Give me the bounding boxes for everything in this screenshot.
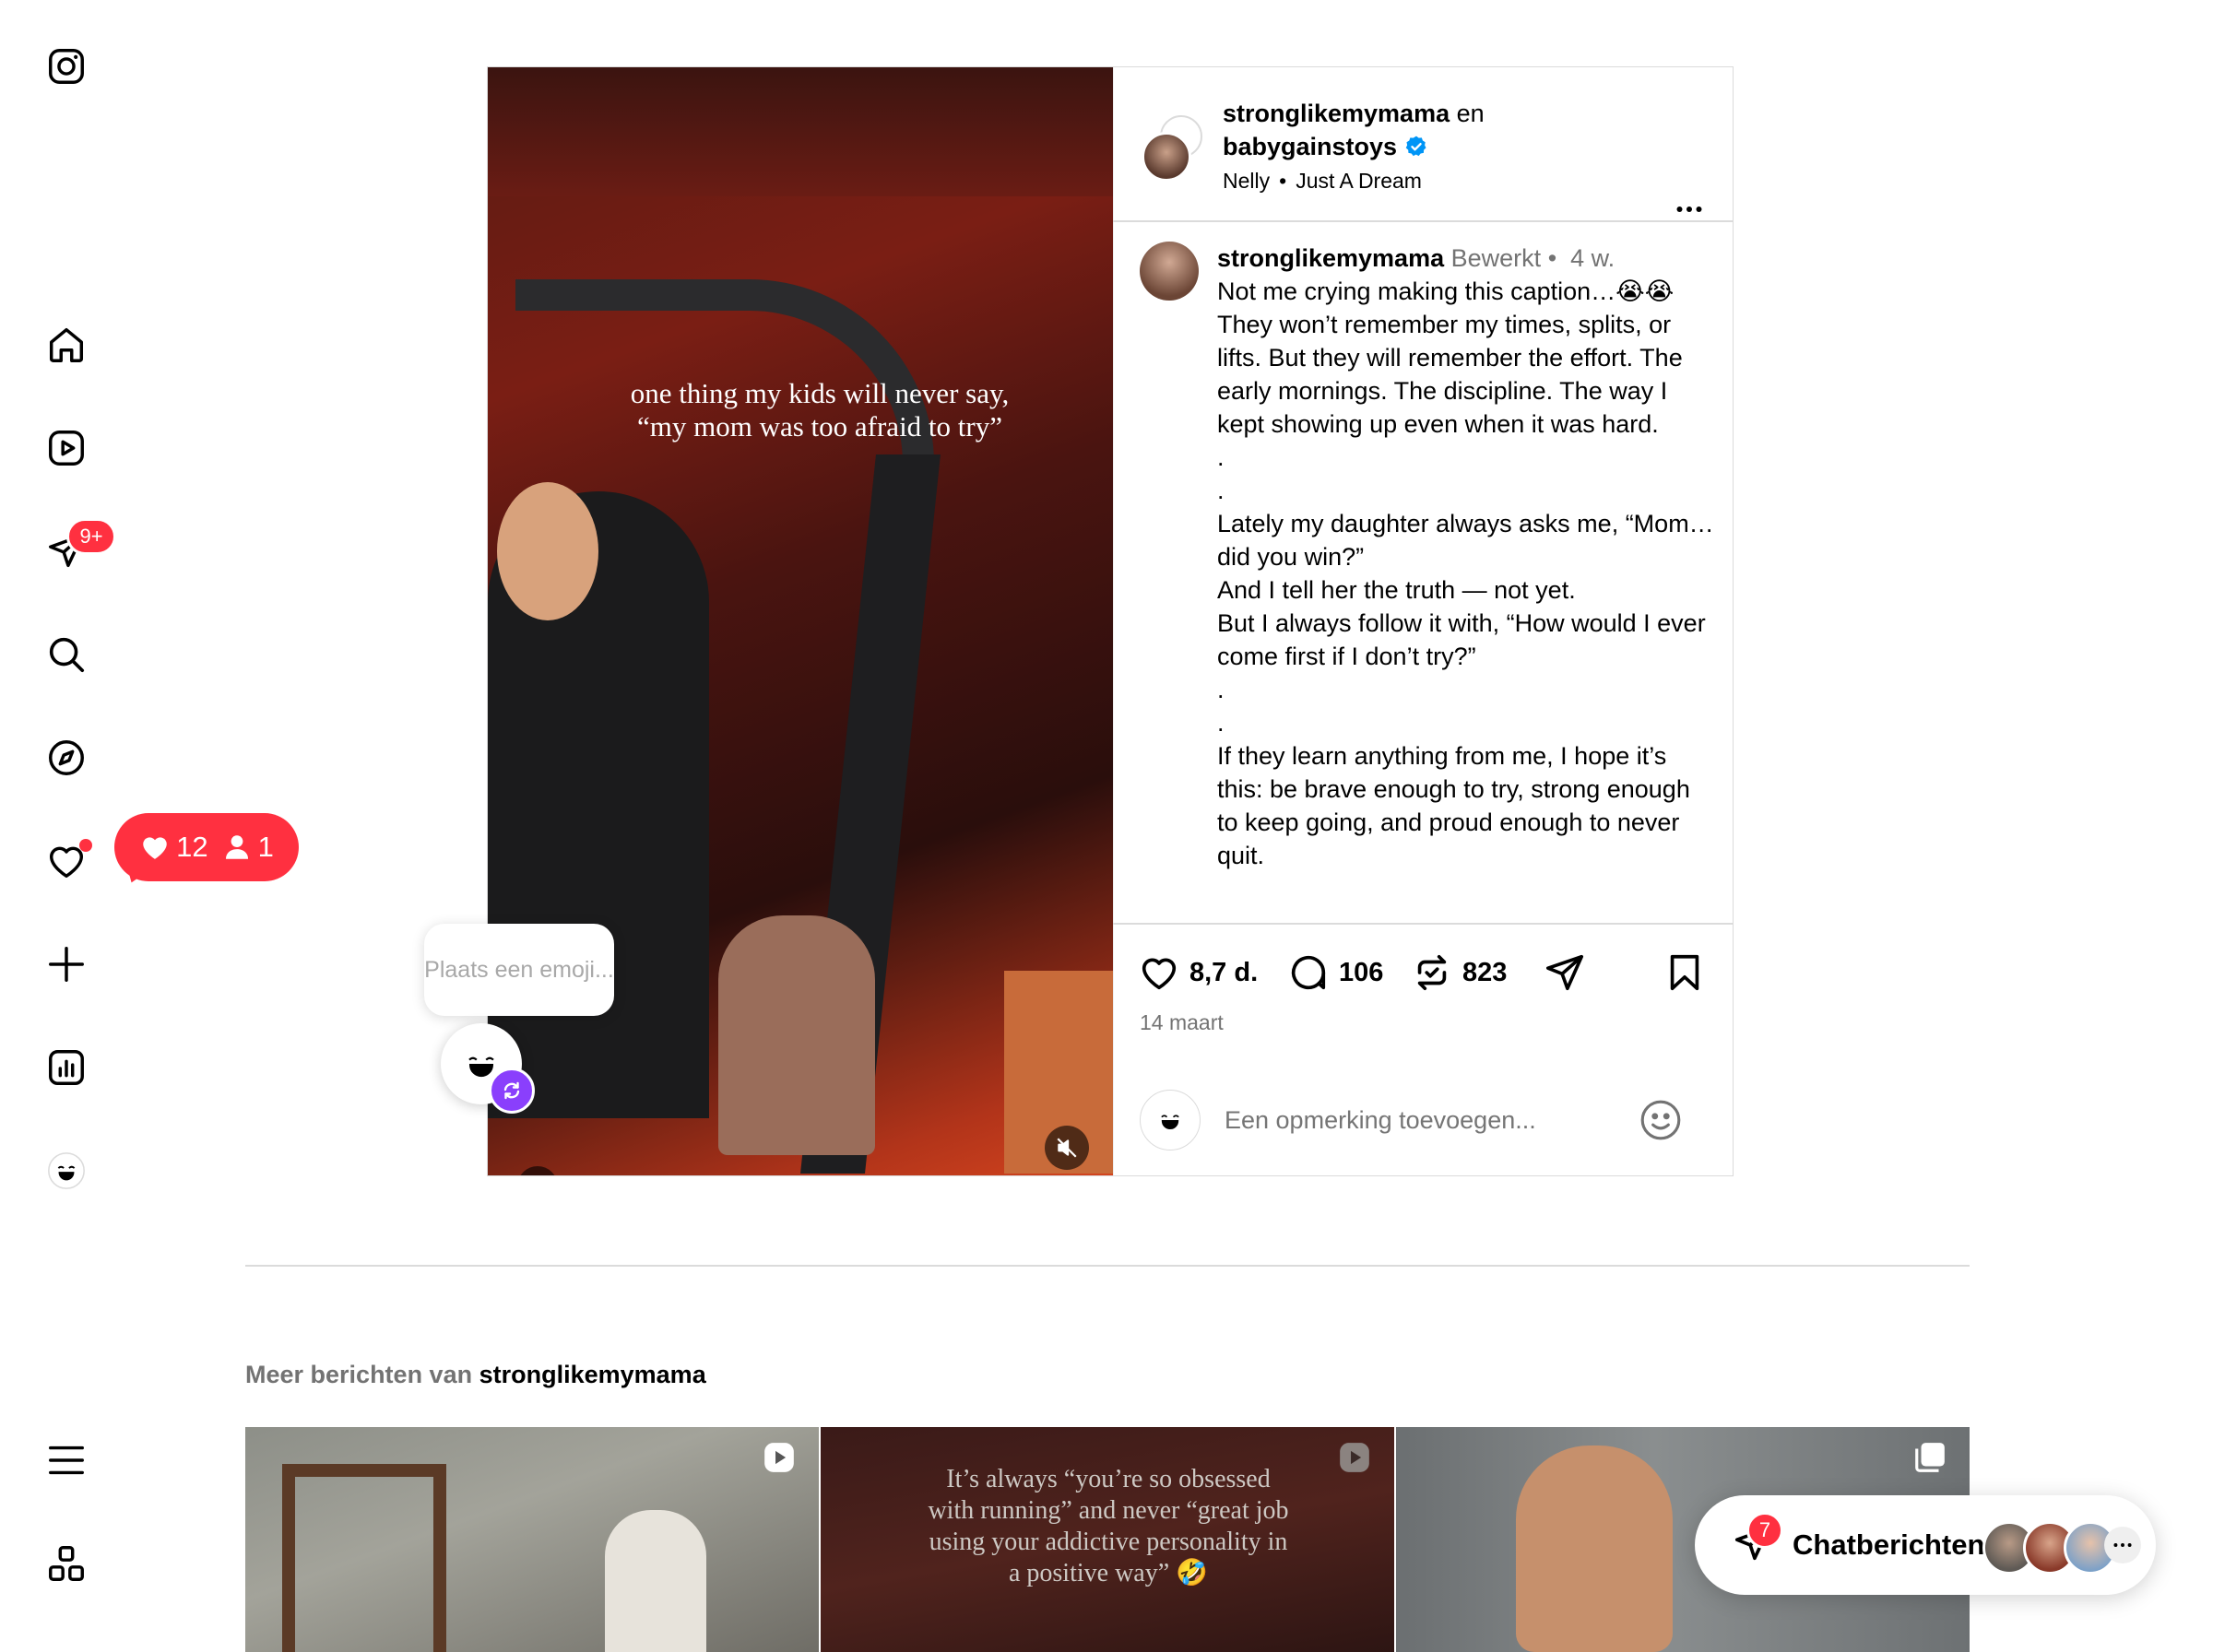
profile-avatar-icon[interactable] [42, 1147, 90, 1195]
more-posts-prefix: Meer berichten van [245, 1361, 473, 1388]
repost-icon [1417, 954, 1447, 991]
more-posts-username[interactable]: stronglikemymama [479, 1361, 706, 1388]
explore-icon[interactable] [42, 734, 90, 782]
background-person [718, 915, 875, 1155]
audio-separator: • [1279, 169, 1287, 193]
chat-more-button[interactable] [2104, 1527, 2141, 1564]
smiley-icon [1640, 1100, 1681, 1140]
instagram-logo-icon[interactable] [42, 42, 90, 90]
more-posts-heading: Meer berichten van stronglikemymama [245, 1361, 706, 1389]
reel-play-icon [1340, 1443, 1369, 1472]
collaborator-row: babygainstoys [1223, 130, 1428, 163]
messages-badge: 9+ [66, 518, 116, 555]
emoji-tooltip[interactable]: Plaats een emoji... [424, 924, 614, 1016]
repost-action[interactable]: 823 [1411, 951, 1507, 994]
swap-arrows-icon [503, 1081, 520, 1100]
emoji-picker-button[interactable] [1638, 1097, 1684, 1143]
emoji-swap-badge[interactable] [489, 1068, 535, 1114]
commenter-avatar [1140, 1090, 1201, 1150]
dashboard-icon[interactable] [42, 1044, 90, 1092]
tile-overlay-text: It’s always “you’re so obsessed with run… [928, 1465, 1289, 1587]
more-apps-icon[interactable] [42, 1540, 90, 1587]
like-count: 8,7 d. [1189, 957, 1259, 987]
notification-summary-pill[interactable]: 12 1 [114, 813, 299, 888]
edited-label: Bewerkt [1450, 244, 1542, 272]
mute-button[interactable] [1045, 1126, 1089, 1170]
tile-carousel-indicator [1912, 1440, 1947, 1475]
author-avatar [1142, 132, 1191, 182]
more-dots-icon [2113, 1543, 2132, 1547]
comment-input[interactable] [1223, 1099, 1614, 1141]
pill-tail [119, 860, 150, 888]
more-post-tile-1[interactable] [245, 1427, 819, 1652]
caption-username[interactable]: stronglikemymama [1217, 244, 1444, 272]
share-paper-plane-icon [1545, 954, 1584, 991]
reels-icon[interactable] [42, 424, 90, 472]
caption-text: Not me crying making this caption…😭😭 The… [1217, 277, 1714, 869]
emoji-face-icon [1161, 1115, 1179, 1129]
audio-title: Just A Dream [1296, 169, 1422, 193]
chat-messages-pill[interactable]: 7 Chatberichten [1695, 1495, 2156, 1595]
notification-dot [79, 839, 92, 852]
connector-text: en [1456, 100, 1485, 127]
person-figure [605, 1510, 706, 1652]
carousel-icon [1915, 1443, 1945, 1472]
header-divider [1113, 220, 1733, 222]
create-plus-icon[interactable] [42, 940, 90, 988]
share-action[interactable] [1544, 951, 1586, 994]
collab-avatars[interactable] [1142, 115, 1202, 182]
audio-artist: Nelly [1223, 169, 1271, 193]
audio-info[interactable]: Nelly • Just A Dream [1223, 167, 1422, 195]
caption-time: 4 w. [1570, 244, 1615, 272]
comment-count: 106 [1339, 957, 1384, 987]
post-header-names: stronglikemymama en [1223, 97, 1485, 130]
ceiling [488, 67, 1113, 196]
repost-count: 823 [1462, 957, 1508, 987]
staircase [282, 1464, 446, 1652]
video-overlay-text: one thing my kids will never say, “my mo… [630, 377, 1010, 442]
more-post-tile-2[interactable]: It’s always “you’re so obsessed with run… [821, 1427, 1394, 1652]
home-icon[interactable] [42, 321, 90, 369]
post-date: 14 maart [1140, 1010, 1224, 1034]
verified-badge-icon [1405, 136, 1426, 157]
caption-separator: • [1547, 244, 1557, 272]
menu-hamburger-icon[interactable] [42, 1436, 90, 1484]
chat-label: Chatberichten [1793, 1528, 1985, 1561]
actions-divider [1113, 923, 1733, 925]
caption-author-avatar[interactable] [1140, 242, 1199, 301]
runner-figure [1516, 1446, 1673, 1652]
reel-play-icon [764, 1443, 794, 1472]
follows-count: 1 [257, 831, 274, 863]
collaborator-username[interactable]: babygainstoys [1223, 130, 1397, 163]
caption-block: stronglikemymama Bewerkt • 4 w. Not me c… [1217, 242, 1715, 872]
muted-speaker-icon [1057, 1138, 1077, 1158]
section-divider [245, 1265, 1970, 1267]
tagged-people-button[interactable] [517, 1166, 558, 1175]
author-username[interactable]: stronglikemymama [1223, 100, 1450, 127]
comment-action[interactable]: 106 [1287, 951, 1383, 994]
child-head [497, 482, 598, 620]
like-action[interactable]: 8,7 d. [1138, 951, 1258, 994]
like-heart-icon [1142, 958, 1177, 990]
search-icon[interactable] [42, 631, 90, 678]
tile-video-indicator [762, 1440, 797, 1475]
likes-count: 12 [176, 831, 208, 863]
heart-filled-icon [143, 837, 167, 859]
person-filled-icon [225, 835, 248, 859]
bookmark-icon [1670, 954, 1699, 991]
chat-badge: 7 [1746, 1512, 1783, 1549]
comment-bubble-icon [1291, 955, 1326, 990]
tile-video-indicator [1337, 1440, 1372, 1475]
save-action[interactable] [1663, 951, 1706, 994]
